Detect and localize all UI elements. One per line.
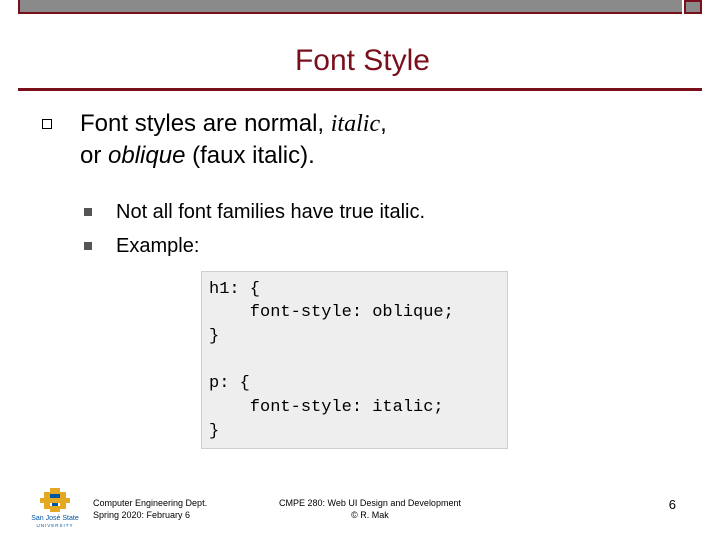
- footer-left: Computer Engineering Dept. Spring 2020: …: [93, 497, 207, 521]
- footer-course: CMPE 280: Web UI Design and Development: [279, 498, 461, 508]
- slide: Font Style Font styles are normal, itali…: [0, 0, 720, 540]
- sub-bullet-label: Not all font families have true italic.: [116, 201, 426, 223]
- code-line: font-style: italic;: [209, 398, 444, 417]
- sub-bullet-marker-icon: [84, 208, 92, 216]
- page-number: 6: [668, 497, 676, 512]
- bullet-line2-suffix: (faux italic).: [185, 142, 315, 169]
- code-line: p: {: [209, 374, 250, 393]
- logo-text-top: San José State: [31, 515, 79, 522]
- main-bullet-text: Font styles are normal, italic, or obliq…: [80, 108, 640, 172]
- footer-date: Spring 2020: February 6: [93, 510, 191, 520]
- square-bullet-icon: [42, 119, 52, 129]
- title-divider: [18, 88, 702, 91]
- code-line: h1: {: [209, 280, 261, 299]
- top-bar-fill: [18, 0, 682, 14]
- bullet-italic-word: italic: [330, 111, 381, 137]
- code-example-box: h1: { font-style: oblique; } p: { font-s…: [201, 271, 508, 449]
- top-bar-end-box: [684, 0, 702, 14]
- bullet-line1-suffix: ,: [380, 110, 387, 137]
- code-line: }: [209, 327, 220, 346]
- bullet-line1-prefix: Font styles are normal,: [80, 110, 331, 137]
- footer-center: CMPE 280: Web UI Design and Development …: [270, 497, 470, 521]
- sjsu-logo: San José State UNIVERSITY: [31, 488, 79, 528]
- slide-title: Font Style: [294, 44, 430, 77]
- footer-dept: Computer Engineering Dept.: [93, 498, 208, 508]
- top-decorative-bar: [18, 0, 702, 18]
- code-line: font-style: oblique;: [209, 303, 454, 322]
- code-line: }: [209, 422, 220, 441]
- bullet-oblique-word: oblique: [108, 142, 186, 169]
- bullet-line2-prefix: or: [80, 142, 109, 169]
- footer-copyright: © R. Mak: [351, 510, 389, 520]
- sub-bullet-label: Example:: [116, 235, 200, 257]
- logo-text-bottom: UNIVERSITY: [36, 523, 73, 528]
- sub-bullet-marker-icon: [84, 242, 92, 250]
